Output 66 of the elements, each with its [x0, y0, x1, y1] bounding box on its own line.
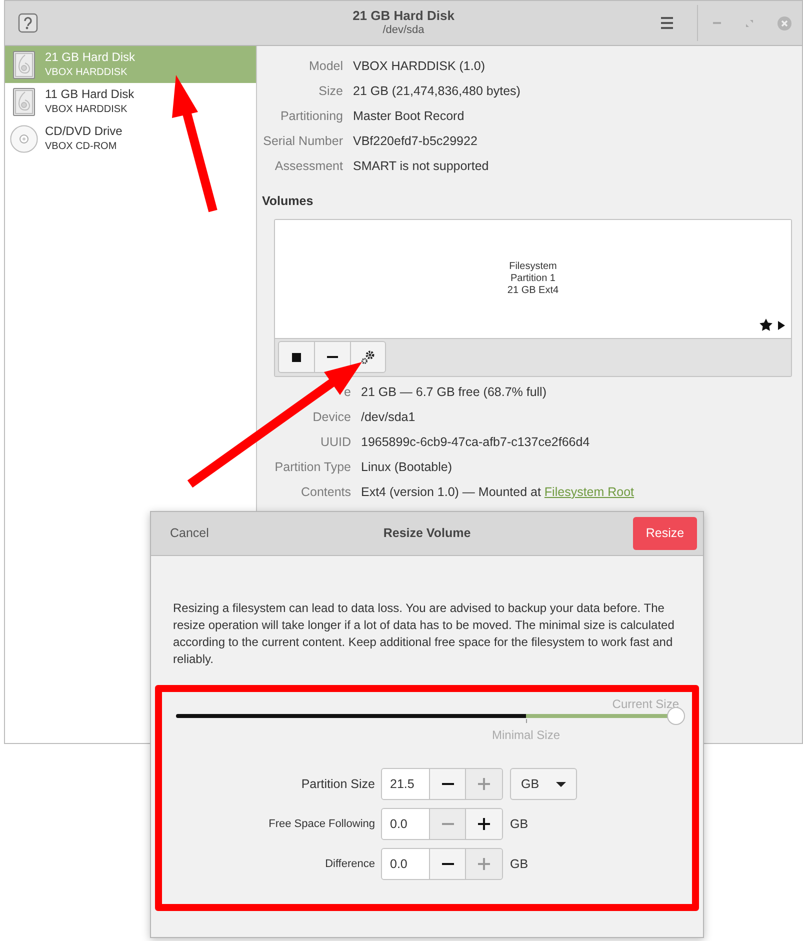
unit-dropdown[interactable]: GB — [510, 768, 577, 800]
section-heading: Volumes — [262, 193, 314, 210]
stop-icon — [292, 352, 301, 362]
star-icon — [759, 318, 773, 332]
plus-icon — [478, 858, 490, 870]
number-field[interactable]: 0.0 — [382, 809, 430, 839]
slider-thumb[interactable] — [667, 707, 685, 725]
info-label: Partitioning — [279, 108, 343, 125]
info-value: /dev/sda1 — [361, 408, 416, 426]
drive-name: 11 GB Hard Disk — [45, 86, 134, 102]
info-value: Master Boot Record — [353, 108, 466, 125]
minus-icon — [327, 356, 338, 358]
info-label: Device — [312, 408, 351, 426]
info-value: Linux (Bootable) — [361, 458, 454, 476]
hard-disk-icon — [13, 50, 35, 78]
info-label: Serial Number — [262, 133, 343, 150]
number-field[interactable]: 21.5 — [382, 769, 430, 799]
minus-icon — [442, 863, 454, 865]
unit-label: GB — [510, 816, 528, 833]
info-value: 1965899c-6cb9-47ca-afb7-c137ce2f66d4 — [361, 434, 591, 451]
warning-message: Resizing a filesystem can lead to data loss. You are advised to backup your data before. The resize operation will take longer if a lot of data has to be moved. The minimal size is calculated according to the current content. Keep additional free space for the filesystem to work fast and reliably. — [173, 600, 676, 668]
partition-label: 21 GB Ext4 — [507, 284, 559, 297]
dialog-title: Resize Volume — [383, 525, 471, 542]
drive-model: VBOX HARDDISK — [45, 66, 128, 80]
info-value: SMART is not supported — [353, 158, 490, 175]
gears-icon — [360, 349, 376, 366]
drive-name: CD/DVD Drive — [45, 124, 122, 138]
info-value: VBf220efd7-b5c29922 — [353, 133, 478, 150]
info-label: Partition Type — [274, 458, 351, 476]
window-title: 21 GB Hard Disk — [352, 8, 454, 24]
partition-block[interactable]: Filesystem Partition 1 21 GB Ext4 — [275, 220, 791, 338]
info-value: Ext4 (version 1.0) — Mounted at Filesystem Root — [361, 484, 636, 501]
info-label: Assessment — [274, 158, 343, 175]
field-label: Free Space Following — [268, 816, 376, 832]
resize-button[interactable]: Resize — [633, 517, 697, 550]
info-label: Model — [308, 58, 343, 75]
field-label: Partition Size — [300, 776, 376, 793]
info-value: 21 GB (21,474,836,480 bytes) — [353, 83, 522, 100]
plus-icon — [478, 778, 490, 790]
drive-model: VBOX HARDDISK — [45, 102, 128, 116]
hard-disk-icon — [13, 88, 35, 116]
info-label: Size — [318, 83, 343, 100]
caret-icon — [556, 782, 566, 786]
slider-label: Minimal Size — [492, 727, 560, 744]
window-subtitle: /dev/sda — [382, 24, 424, 38]
plus-icon — [478, 818, 490, 830]
info-value: 21 GB — 6.7 GB free (68.7% full) — [361, 384, 548, 401]
optical-disc-icon — [10, 124, 38, 152]
play-icon — [778, 320, 785, 330]
drive-name: 21 GB Hard Disk — [45, 50, 136, 64]
minus-icon — [442, 783, 454, 785]
cancel-button[interactable]: Cancel — [170, 524, 209, 543]
minimum-tick — [526, 719, 527, 723]
info-label: e — [343, 384, 351, 401]
info-value: VBOX HARDDISK (1.0) — [353, 58, 486, 75]
number-field[interactable]: 0.0 — [382, 849, 430, 879]
drive-model: VBOX CD-ROM — [45, 140, 118, 154]
menu-icon[interactable] — [661, 17, 675, 29]
slider-label: Current Size — [612, 696, 679, 713]
unit-label: GB — [510, 856, 528, 873]
partition-label: Partition 1 — [510, 272, 556, 285]
minus-icon — [442, 823, 454, 825]
info-label: UUID — [319, 434, 351, 451]
partition-label: Filesystem — [509, 260, 557, 273]
info-label: Contents — [300, 484, 351, 501]
field-label: Difference — [324, 856, 376, 872]
